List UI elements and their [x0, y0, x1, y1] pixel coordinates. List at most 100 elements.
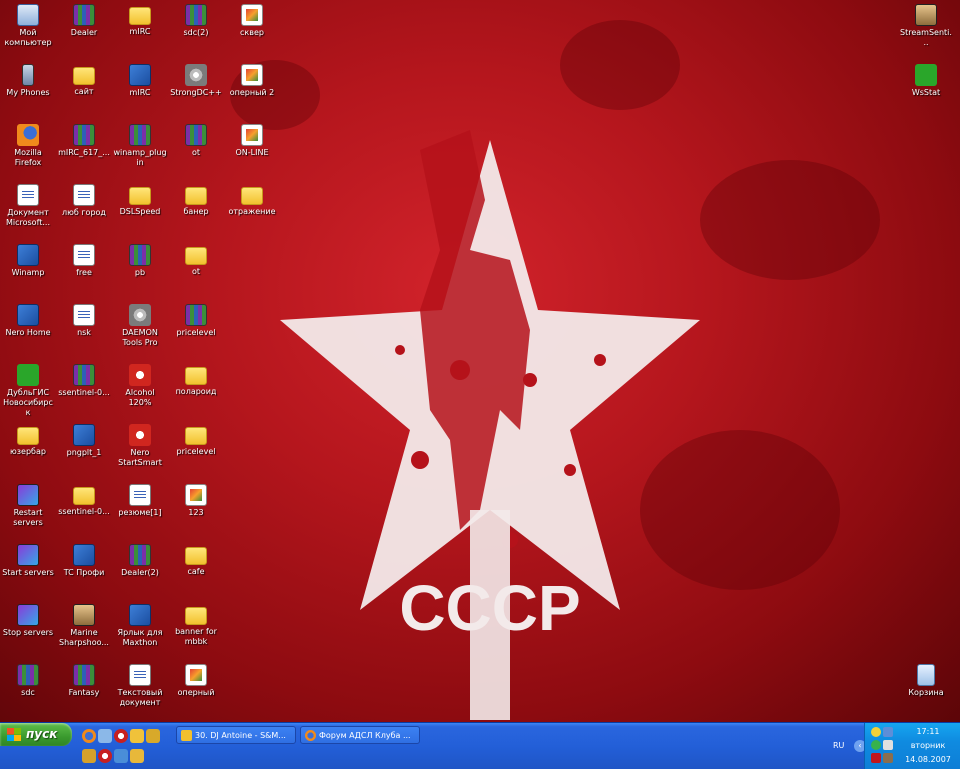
- desktop-icon[interactable]: DSLSpeed: [112, 180, 168, 238]
- rar-icon: [73, 664, 95, 686]
- desktop-icon[interactable]: Restart servers: [0, 480, 56, 538]
- desktop-icon[interactable]: ДубльГИС Новосибирск: [0, 360, 56, 418]
- ati-icon[interactable]: [871, 753, 881, 763]
- desktop-icon[interactable]: Start servers: [0, 540, 56, 598]
- desktop-icon[interactable]: cafe: [168, 540, 224, 598]
- desktop-icon[interactable]: резюме[1]: [112, 480, 168, 538]
- wallpaper-text: СССР: [399, 572, 580, 644]
- desktop-icon-label: сайт: [74, 87, 94, 96]
- firefox-icon[interactable]: [82, 729, 96, 743]
- desktop-icon[interactable]: StreamSenti...: [898, 0, 954, 58]
- desktop-icon[interactable]: ot: [168, 240, 224, 298]
- desktop-icon[interactable]: ssentinel-0...: [56, 480, 112, 538]
- desktop-icon-label: ON-LINE: [235, 148, 269, 157]
- desktop-icon[interactable]: pngplt_1: [56, 420, 112, 478]
- desktop-icon[interactable]: Корзина: [898, 660, 954, 718]
- desktop-icon-label: winamp_plugin: [113, 148, 167, 167]
- lightning-icon[interactable]: [130, 729, 144, 743]
- desktop-icon[interactable]: My Phones: [0, 60, 56, 118]
- desktop-icon[interactable]: DAEMON Tools Pro: [112, 300, 168, 358]
- clock-time[interactable]: 17:11: [899, 727, 957, 736]
- folder-icon: [185, 187, 207, 205]
- desktop-icon[interactable]: nsk: [56, 300, 112, 358]
- desktop-icon[interactable]: Nero StartSmart: [112, 420, 168, 478]
- desktop-icon[interactable]: юзербар: [0, 420, 56, 478]
- desktop-icon[interactable]: Alcohol 120%: [112, 360, 168, 418]
- desktop-icon[interactable]: отражение: [224, 180, 280, 238]
- media-player-icon[interactable]: [82, 749, 96, 763]
- language-indicator[interactable]: RU: [833, 741, 844, 750]
- butterfly-icon[interactable]: [146, 729, 160, 743]
- desktop-icon-label: pb: [134, 268, 146, 277]
- desktop-icon[interactable]: люб город: [56, 180, 112, 238]
- desktop-icon[interactable]: Mozilla Firefox: [0, 120, 56, 178]
- phone-icon: [22, 64, 34, 86]
- img-icon: [241, 124, 263, 146]
- taskbar-item-firefox[interactable]: Форум АДСЛ Клуба ...: [300, 726, 420, 744]
- desktop-icon[interactable]: banner for mbbk: [168, 600, 224, 658]
- desktop-icon[interactable]: Nero Home: [0, 300, 56, 358]
- desktop-icon[interactable]: winamp_plugin: [112, 120, 168, 178]
- volume-icon[interactable]: [883, 740, 893, 750]
- desktop-icon-label: My Phones: [6, 88, 50, 97]
- folder-icon: [73, 487, 95, 505]
- lightning-icon[interactable]: [130, 749, 144, 763]
- desktop-icon[interactable]: pb: [112, 240, 168, 298]
- desktop-icon-label: nsk: [77, 328, 91, 337]
- desktop-icon-label: банер: [183, 207, 209, 216]
- desktop-icon[interactable]: Текстовый документ: [112, 660, 168, 718]
- network-icon[interactable]: [98, 729, 112, 743]
- network-icon[interactable]: [883, 727, 893, 737]
- desktop-icon-label: ssentinel-0...: [58, 507, 110, 516]
- desktop-icon[interactable]: free: [56, 240, 112, 298]
- doc-icon: [73, 304, 95, 326]
- desktop-icon[interactable]: оперный: [168, 660, 224, 718]
- desktop-icon-label: Stop servers: [2, 628, 54, 637]
- desktop-icon[interactable]: ON-LINE: [224, 120, 280, 178]
- desktop-icon-label: Alcohol 120%: [125, 388, 155, 407]
- windows-flag-icon: [7, 728, 21, 741]
- desktop-icon[interactable]: Fantasy: [56, 660, 112, 718]
- desktop-icon[interactable]: Dealer: [56, 0, 112, 58]
- desktop-icon[interactable]: TC Профи: [56, 540, 112, 598]
- desktop-icon[interactable]: sdc: [0, 660, 56, 718]
- desktop-icon[interactable]: Ярлык для Maxthon: [112, 600, 168, 658]
- folder-icon: [129, 7, 151, 25]
- folder-icon: [185, 247, 207, 265]
- desktop-icon[interactable]: Winamp: [0, 240, 56, 298]
- desktop-icon-label: banner for mbbk: [175, 627, 217, 646]
- desktop-icon[interactable]: 123: [168, 480, 224, 538]
- green-status-icon[interactable]: [871, 740, 881, 750]
- desktop-icon[interactable]: WsStat: [898, 60, 954, 118]
- desktop-icon[interactable]: ssentinel-0...: [56, 360, 112, 418]
- opera-icon[interactable]: [98, 749, 112, 763]
- green-icon: [17, 364, 39, 386]
- security-icon[interactable]: [883, 753, 893, 763]
- desktop-icon[interactable]: сквер: [224, 0, 280, 58]
- desktop-icon[interactable]: Stop servers: [0, 600, 56, 658]
- desktop-icon-label: mIRC_617_...: [58, 148, 110, 157]
- desktop-icon[interactable]: Документ Microsoft...: [0, 180, 56, 238]
- desktop-icon-label: оперный: [177, 688, 215, 697]
- desktop-icon[interactable]: mIRC: [112, 0, 168, 58]
- ie-icon[interactable]: [114, 749, 128, 763]
- desktop-icon[interactable]: sdc(2): [168, 0, 224, 58]
- desktop-icon[interactable]: банер: [168, 180, 224, 238]
- desktop-icon[interactable]: pricelevel: [168, 420, 224, 478]
- desktop-icon[interactable]: Dealer(2): [112, 540, 168, 598]
- desktop-icon[interactable]: ot: [168, 120, 224, 178]
- desktop-icon[interactable]: StrongDC++: [168, 60, 224, 118]
- desktop[interactable]: СССР Мой компьютер My Phones Mozilla Firef…: [0, 0, 960, 722]
- desktop-icon[interactable]: сайт: [56, 60, 112, 118]
- desktop-icon[interactable]: mIRC_617_...: [56, 120, 112, 178]
- smiley-icon[interactable]: [871, 727, 881, 737]
- start-button[interactable]: пуск: [0, 723, 72, 746]
- desktop-icon[interactable]: оперный 2: [224, 60, 280, 118]
- desktop-icon[interactable]: pricelevel: [168, 300, 224, 358]
- taskbar-item-winamp[interactable]: 30. DJ Antoine - S&M...: [176, 726, 296, 744]
- desktop-icon[interactable]: mIRC: [112, 60, 168, 118]
- desktop-icon[interactable]: полароид: [168, 360, 224, 418]
- desktop-icon[interactable]: Marine Sharpshoo...: [56, 600, 112, 658]
- desktop-icon[interactable]: Мой компьютер: [0, 0, 56, 58]
- opera-icon[interactable]: [114, 729, 128, 743]
